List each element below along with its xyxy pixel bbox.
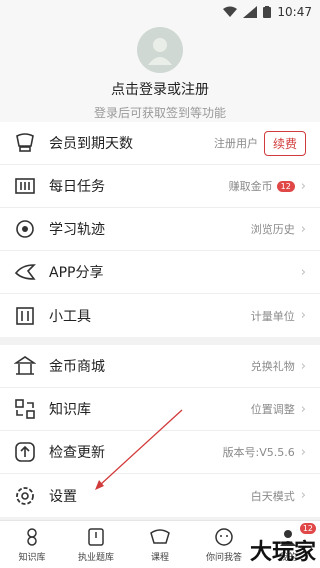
login-title[interactable]: 点击登录或注册 bbox=[111, 79, 209, 99]
knowledge-icon bbox=[21, 526, 43, 548]
menu-value: 计量单位 bbox=[250, 309, 295, 323]
chevron-right-icon: › bbox=[300, 308, 306, 323]
menu-item-daily-task[interactable]: 每日任务 赚取金币 12 › bbox=[0, 165, 320, 208]
menu-value: 注册用户 bbox=[213, 137, 258, 150]
library-icon bbox=[12, 396, 38, 422]
avatar-icon bbox=[148, 38, 172, 65]
chevron-right-icon: › bbox=[300, 444, 306, 460]
exam-icon bbox=[85, 526, 107, 548]
menu-label: 检查更新 bbox=[49, 445, 105, 461]
tab-label: 知识库 bbox=[18, 553, 46, 563]
menu-label: 会员到期天数 bbox=[49, 136, 133, 152]
watermark-logo: 大玩家 bbox=[249, 539, 316, 565]
login-header[interactable]: 点击登录或注册 登录后可获取签到等功能 bbox=[0, 24, 320, 122]
menu-item-settings[interactable]: 设置 白天模式 › bbox=[0, 474, 320, 517]
profile-badge: 12 bbox=[299, 523, 316, 534]
menu-label: 小工具 bbox=[49, 308, 91, 325]
chevron-right-icon: › bbox=[300, 358, 306, 374]
chevron-right-icon: › bbox=[300, 221, 306, 237]
menu-label: 学习轨迹 bbox=[49, 222, 105, 238]
track-icon bbox=[12, 216, 38, 242]
signal-icon bbox=[243, 6, 258, 18]
menu-group-1: 会员到期天数 注册用户 续费 每日任务 赚取金币 12 › 学习轨迹 浏览历史 › AP… bbox=[0, 122, 320, 337]
wifi-icon bbox=[223, 6, 238, 17]
shop-icon bbox=[12, 353, 38, 379]
tab-ask[interactable]: 你问我答 bbox=[192, 521, 256, 568]
chevron-right-icon: › bbox=[300, 488, 306, 503]
tools-icon bbox=[12, 303, 38, 329]
login-subtitle: 登录后可获取签到等功能 bbox=[93, 106, 226, 120]
renew-button[interactable]: 续费 bbox=[263, 130, 306, 156]
menu-value: 浏览历史 bbox=[250, 223, 295, 236]
chevron-right-icon: › bbox=[300, 178, 306, 194]
menu-value: 兑换礼物 bbox=[250, 360, 295, 373]
menu-value: 赚取金币 bbox=[228, 180, 273, 193]
menu-value: 白天模式 bbox=[250, 489, 295, 503]
ask-icon bbox=[213, 526, 235, 548]
update-icon bbox=[12, 439, 38, 465]
menu-item-coin-shop[interactable]: 金币商城 兑换礼物 › bbox=[0, 345, 320, 388]
settings-icon bbox=[12, 483, 38, 509]
battery-icon bbox=[263, 6, 272, 18]
status-time: 10:47 bbox=[277, 5, 312, 19]
menu-label: 金币商城 bbox=[49, 359, 105, 375]
tab-exam-bank[interactable]: 执业题库 bbox=[64, 521, 128, 568]
tab-label: 课程 bbox=[150, 553, 169, 563]
share-icon bbox=[12, 259, 38, 285]
chevron-right-icon: › bbox=[300, 401, 306, 417]
menu-item-study-track[interactable]: 学习轨迹 浏览历史 › bbox=[0, 208, 320, 251]
menu-item-membership[interactable]: 会员到期天数 注册用户 续费 bbox=[0, 122, 320, 165]
menu-group-2: 金币商城 兑换礼物 › 知识库 位置调整 › 检查更新 版本号:V5.5.6 › 设置… bbox=[0, 345, 320, 517]
status-bar: 10:47 bbox=[0, 0, 320, 24]
tab-label: 执业题库 bbox=[77, 553, 114, 563]
avatar[interactable] bbox=[137, 27, 183, 73]
menu-label: 每日任务 bbox=[49, 179, 105, 195]
menu-label: 知识库 bbox=[49, 402, 91, 418]
menu-item-check-update[interactable]: 检查更新 版本号:V5.5.6 › bbox=[0, 431, 320, 474]
chevron-right-icon: › bbox=[300, 264, 306, 280]
menu-label: 设置 bbox=[49, 488, 77, 505]
tab-knowledge[interactable]: 知识库 bbox=[0, 521, 64, 568]
task-badge: 12 bbox=[276, 180, 295, 192]
course-icon bbox=[149, 526, 171, 548]
menu-item-knowledge-base[interactable]: 知识库 位置调整 › bbox=[0, 388, 320, 431]
tab-label: 你问我答 bbox=[205, 553, 242, 563]
tab-course[interactable]: 课程 bbox=[128, 521, 192, 568]
menu-value: 位置调整 bbox=[250, 403, 295, 416]
task-icon bbox=[12, 173, 38, 199]
crown-icon bbox=[12, 130, 38, 156]
menu-item-tools[interactable]: 小工具 计量单位 › bbox=[0, 294, 320, 337]
menu-item-app-share[interactable]: APP分享 › bbox=[0, 251, 320, 294]
menu-value: 版本号:V5.5.6 bbox=[222, 446, 295, 459]
menu-label: APP分享 bbox=[49, 265, 104, 281]
